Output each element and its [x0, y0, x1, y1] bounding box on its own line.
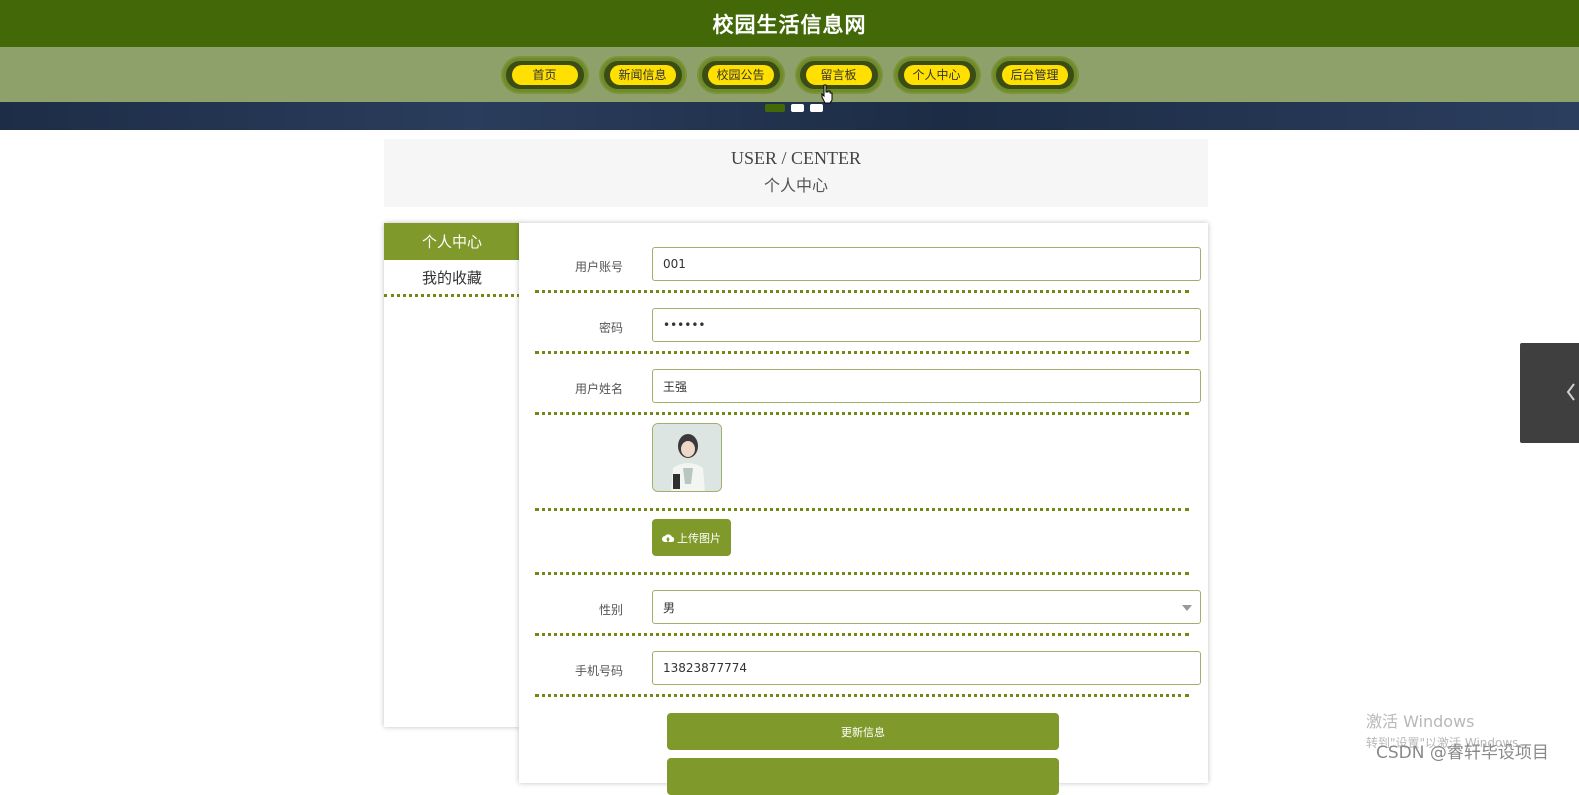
name-input[interactable]: 王强	[652, 369, 1201, 403]
form-row-password: 密码 ••••••	[535, 293, 1201, 354]
gender-value: 男	[663, 600, 676, 615]
gender-label: 性别	[598, 603, 623, 617]
site-title: 校园生活信息网	[712, 12, 867, 37]
nav-item-announcements[interactable]: 校园公告	[698, 57, 783, 92]
phone-label: 手机号码	[574, 664, 623, 678]
password-input[interactable]: ••••••	[652, 308, 1201, 342]
nav-label[interactable]: 校园公告	[707, 64, 774, 85]
nav-item-message-board[interactable]: 留言板	[796, 57, 881, 92]
nav-label[interactable]: 新闻信息	[609, 64, 676, 85]
nav-item-home[interactable]: 首页	[502, 57, 587, 92]
hand-cursor-icon	[821, 84, 833, 104]
form-row-avatar	[535, 415, 1189, 511]
phone-input[interactable]: 13823877774	[652, 651, 1201, 685]
nav-item-admin[interactable]: 后台管理	[992, 57, 1077, 92]
upload-image-button[interactable]: 上传图片	[652, 519, 731, 556]
secondary-button[interactable]	[667, 758, 1059, 795]
nav-label[interactable]: 个人中心	[903, 64, 970, 85]
main-nav: 首页 新闻信息 校园公告 留言板 个人中心 后台管理	[0, 47, 1579, 102]
watermark-line1: 激活 Windows	[1366, 712, 1475, 731]
chevron-down-icon	[1182, 605, 1192, 611]
carousel-dot[interactable]	[791, 104, 804, 112]
carousel-dot[interactable]	[765, 104, 785, 112]
page-title-block: USER / CENTER 个人中心	[384, 139, 1208, 207]
nav-label[interactable]: 后台管理	[1001, 64, 1068, 85]
account-input[interactable]: 001	[652, 247, 1201, 281]
nav-label[interactable]: 留言板	[805, 64, 872, 85]
nav-label[interactable]: 首页	[511, 64, 578, 85]
upload-image-label: 上传图片	[677, 531, 721, 545]
page-title-en: USER / CENTER	[730, 148, 861, 168]
form-row-upload: 上传图片	[535, 511, 1189, 575]
cloud-upload-icon	[662, 533, 674, 542]
page-title-cn: 个人中心	[763, 176, 828, 195]
account-label: 用户账号	[574, 260, 623, 274]
chevron-left-icon	[1566, 383, 1575, 401]
carousel-indicators	[765, 104, 823, 112]
form-row-gender: 性别 男	[535, 575, 1201, 636]
side-panel-toggle[interactable]	[1520, 343, 1579, 443]
avatar-image	[652, 423, 722, 492]
gender-select[interactable]: 男	[652, 590, 1201, 624]
form-row-phone: 手机号码 13823877774	[535, 636, 1201, 697]
nav-item-news[interactable]: 新闻信息	[600, 57, 685, 92]
side-menu: 个人中心 我的收藏	[384, 223, 520, 727]
password-label: 密码	[598, 321, 623, 335]
side-menu-item-favorites[interactable]: 我的收藏	[384, 260, 520, 297]
user-info-form: 用户账号 001 密码 •••••• 用户姓名 王强 上传图片 性别 男 手机号…	[519, 223, 1208, 795]
update-info-button[interactable]: 更新信息	[667, 713, 1059, 750]
name-label: 用户姓名	[574, 382, 623, 396]
form-row-name: 用户姓名 王强	[535, 354, 1201, 415]
form-row-account: 用户账号 001	[535, 223, 1201, 293]
carousel-dot[interactable]	[810, 104, 823, 112]
nav-item-user-center[interactable]: 个人中心	[894, 57, 979, 92]
side-menu-item-user-center[interactable]: 个人中心	[384, 223, 520, 260]
csdn-watermark: CSDN @睿轩毕设项目	[1376, 743, 1549, 763]
site-header: 校园生活信息网	[0, 0, 1579, 47]
